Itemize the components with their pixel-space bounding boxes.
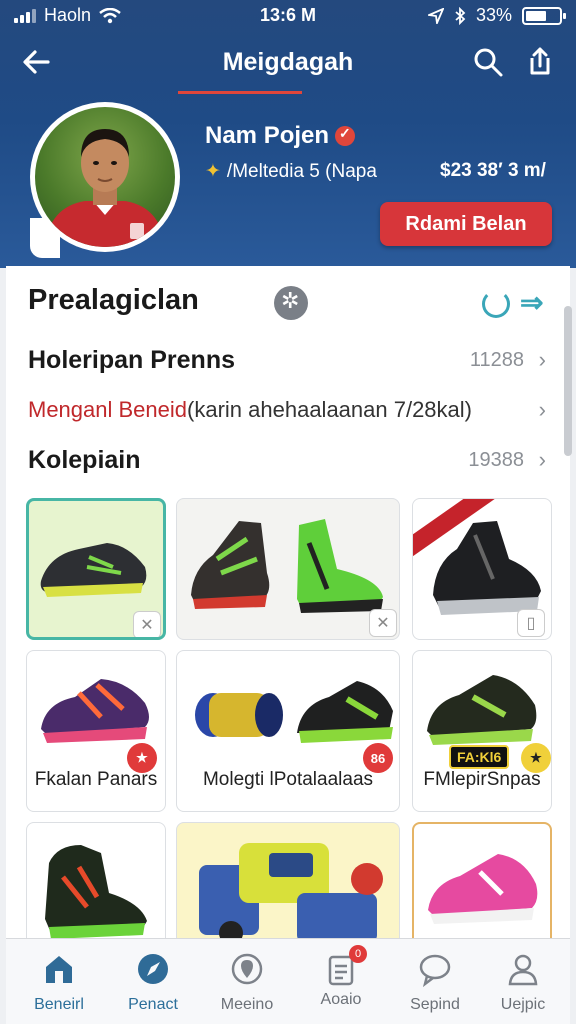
location-icon: [231, 953, 263, 985]
product-card[interactable]: ✕: [176, 498, 400, 640]
chevron-right-icon: ›: [538, 447, 546, 472]
settings-icon[interactable]: [274, 286, 308, 320]
tab-label: Meeino: [220, 996, 274, 1013]
section-title: Prealagiclan: [28, 284, 199, 316]
tab-profile[interactable]: Uejpic: [476, 945, 570, 1015]
avatar[interactable]: [30, 102, 180, 252]
list-item[interactable]: Holeripan Prenns 11288 ›: [28, 340, 548, 380]
star-icon: ✦: [205, 161, 221, 182]
tab-explore[interactable]: Penact: [106, 945, 200, 1015]
bluetooth-icon: [455, 6, 466, 25]
profile-subtitle: /Meltedia 5 (Napa: [226, 160, 377, 182]
shoe-image: [45, 845, 147, 938]
location-arrow-icon: [427, 7, 444, 24]
product-card[interactable]: ✕: [26, 498, 166, 640]
tab-label: Aoaio: [320, 991, 362, 1008]
product-card[interactable]: [176, 822, 400, 938]
list-item-label: Kolepiain: [28, 445, 141, 474]
chevron-right-icon: ›: [538, 397, 546, 422]
battery-icon: [522, 6, 566, 25]
refresh-icon[interactable]: [482, 290, 510, 318]
profile-name: Nam Pojen: [205, 122, 330, 149]
home-icon: [46, 956, 72, 983]
product-card[interactable]: [26, 822, 166, 938]
profile-price: $23 38′ 3 m/: [440, 160, 546, 181]
search-icon[interactable]: [470, 44, 506, 80]
product-caption: Fkalan Panars: [34, 769, 158, 790]
shoe-image: [191, 519, 383, 613]
chevron-right-icon: ›: [538, 347, 546, 372]
user-icon: [508, 954, 538, 986]
bottom-tab-bar: Beneirl Penact Meeino 0 Aoaio Sepind Uej…: [6, 938, 570, 1024]
tab-label: Beneirl: [34, 996, 84, 1013]
product-caption: FMlepirSnpas: [423, 769, 541, 790]
chat-icon: [419, 954, 451, 988]
primary-action-button[interactable]: Rdami Belan: [380, 202, 552, 246]
tab-label: Sepind: [410, 996, 460, 1013]
product-image: [199, 843, 383, 938]
tab-orders[interactable]: 0 Aoaio: [294, 945, 388, 1015]
product-tag: FA:Kl6: [449, 745, 510, 769]
header-area: Haoln 13:6 M 33% Meigdagah Nam Pojen ✓ ✦…: [0, 0, 576, 268]
list-item-label: Holeripan Prenns: [28, 345, 235, 374]
list-item[interactable]: Kolepiain 19388 ›: [28, 440, 548, 480]
notification-badge: 0: [349, 945, 367, 963]
product-card[interactable]: 86 Molegti lPotalaalaas: [176, 650, 400, 812]
bookmark-icon[interactable]: ▯: [517, 609, 545, 637]
compare-icon[interactable]: ✕: [133, 611, 161, 637]
verified-badge-icon: [335, 125, 356, 146]
list-item[interactable]: Menganl Beneid (karin ahehaalaanan 7/28k…: [28, 390, 548, 430]
tab-location[interactable]: Meeino: [200, 945, 294, 1015]
main-content: Prealagiclan ⇒ Holeripan Prenns 11288 › …: [6, 266, 570, 938]
product-card[interactable]: ▯: [412, 498, 552, 640]
battery-percent: 33%: [475, 5, 512, 25]
list-item-value: 19388: [468, 448, 524, 471]
profile-card: Nam Pojen ✦ /Meltedia 5 (Napa $23 38′ 3 …: [0, 94, 576, 268]
list-item-label-highlight: Menganl Beneid: [28, 397, 188, 422]
product-caption: Molegti lPotalaalaas: [202, 769, 374, 790]
shoe-image: [428, 854, 538, 924]
compare-icon[interactable]: ✕: [369, 609, 397, 637]
tab-home[interactable]: Beneirl: [12, 945, 106, 1015]
product-card[interactable]: ★ Fkalan Panars: [26, 650, 166, 812]
person-photo: [45, 129, 165, 247]
list-item-value: 11288: [469, 348, 524, 371]
tab-label: Penact: [128, 996, 178, 1013]
scrollbar[interactable]: [564, 306, 572, 456]
product-card[interactable]: FA:Kl6 ★ FMlepirSnpas: [412, 650, 552, 812]
share-icon[interactable]: [522, 44, 558, 80]
product-image: [195, 681, 393, 743]
list-item-label-detail: (karin ahehaalaanan 7/28kal): [187, 397, 472, 422]
tab-label: Uejpic: [500, 996, 546, 1013]
nav-bar: Meigdagah: [0, 32, 576, 94]
status-bar: Haoln 13:6 M 33%: [0, 0, 576, 32]
forward-arrow-icon[interactable]: ⇒: [520, 286, 543, 319]
product-card[interactable]: [412, 822, 552, 938]
tab-messages[interactable]: Sepind: [388, 945, 482, 1015]
compass-icon: [138, 954, 168, 984]
